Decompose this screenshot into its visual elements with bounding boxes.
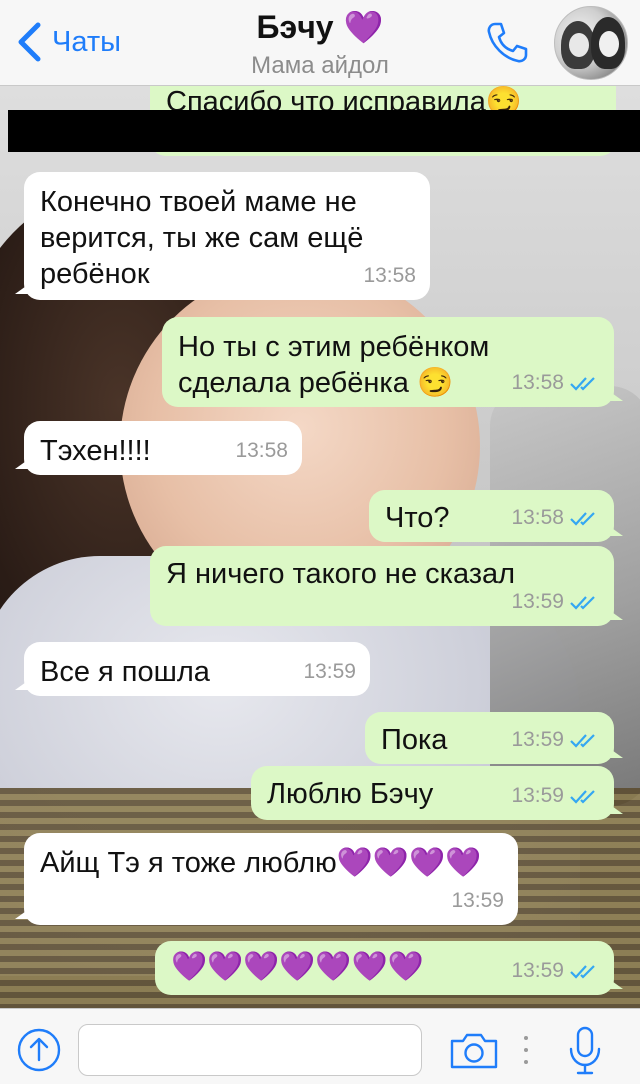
message-time: 13:59 <box>511 953 600 989</box>
bubble-tail <box>609 526 623 536</box>
read-ticks-icon <box>570 596 595 610</box>
message-time: 13:59 <box>303 654 356 690</box>
message-input-bar <box>0 1008 640 1084</box>
bubble-tail <box>609 610 623 620</box>
avatar-person-1-face <box>569 33 589 57</box>
message-time: 13:59 <box>511 722 600 758</box>
bubble-tail <box>15 909 29 919</box>
message-time-text: 13:58 <box>363 264 416 287</box>
microphone-icon[interactable] <box>566 1025 604 1077</box>
camera-icon[interactable] <box>448 1029 500 1071</box>
message-time: 13:59 <box>511 584 600 620</box>
message-text: Конечно твоей маме не верится, ты же сам… <box>40 186 364 290</box>
read-ticks-icon <box>570 965 595 979</box>
message-time-text: 13:59 <box>511 590 564 613</box>
message-bubble-outgoing[interactable]: Люблю Бэчу 13:59 <box>251 766 623 820</box>
more-dots-icon <box>524 1036 528 1064</box>
message-bubble-incoming[interactable]: Тэхен!!!! 13:58 <box>15 421 302 475</box>
chevron-left-icon <box>18 22 41 62</box>
message-bubble-incoming[interactable]: Все я пошла 13:59 <box>15 642 370 696</box>
phone-icon[interactable] <box>484 20 530 66</box>
back-button[interactable]: Чаты <box>16 22 121 62</box>
message-time-text: 13:58 <box>511 506 564 529</box>
read-ticks-icon <box>570 512 595 526</box>
message-input[interactable] <box>78 1024 422 1076</box>
message-bubble-outgoing[interactable]: Но ты с этим ребёнком сделала ребёнка 😏 … <box>162 317 623 407</box>
message-bubble-outgoing[interactable]: Пока 13:59 <box>365 712 623 764</box>
message-time: 13:58 <box>511 500 600 536</box>
message-time-text: 13:58 <box>511 371 564 394</box>
message-bubble-outgoing[interactable]: 💜💜💜💜💜💜💜 13:59 <box>155 941 623 995</box>
read-ticks-icon <box>570 377 595 391</box>
message-time-text: 13:59 <box>303 660 356 683</box>
bubble-tail <box>15 459 29 469</box>
message-time-text: 13:59 <box>511 728 564 751</box>
chat-header: Чаты Бэчу 💜 Мама айдол <box>0 0 640 86</box>
redaction-bar <box>8 110 640 152</box>
bubble-tail <box>15 680 29 690</box>
bubble-tail <box>609 804 623 814</box>
message-bubble-incoming[interactable]: Конечно твоей маме не верится, ты же сам… <box>15 172 430 300</box>
message-bubble-incoming[interactable]: Айщ Тэ я тоже люблю💜💜💜💜 13:59 <box>15 833 518 925</box>
contact-avatar[interactable] <box>554 6 628 80</box>
message-time: 13:58 <box>235 433 288 469</box>
message-time-text: 13:59 <box>511 784 564 807</box>
contact-status: Мама айдол <box>251 52 389 79</box>
bubble-tail <box>609 391 623 401</box>
contact-name-text: Бэчу <box>256 8 334 45</box>
bubble-tail <box>609 748 623 758</box>
message-time: 13:58 <box>363 258 416 294</box>
message-time-text: 13:59 <box>451 889 504 912</box>
message-text: Айщ Тэ я тоже люблю💜💜💜💜 <box>40 847 482 879</box>
message-text: Но ты с этим ребёнком сделала ребёнка 😏 <box>178 331 490 399</box>
contact-info[interactable]: Бэчу 💜 Мама айдол <box>190 8 450 80</box>
message-bubble-outgoing[interactable]: Что? 13:58 <box>369 490 623 542</box>
message-time: 13:58 <box>511 365 600 401</box>
message-time: 13:59 <box>451 883 504 919</box>
purple-heart-icon: 💜 <box>343 9 384 45</box>
contact-name: Бэчу 💜 <box>257 8 384 46</box>
message-bubble-outgoing[interactable]: Я ничего такого не сказал 13:59 <box>150 546 623 626</box>
message-time-text: 13:58 <box>235 439 288 462</box>
message-time: 13:59 <box>511 778 600 814</box>
message-time-text: 13:59 <box>511 959 564 982</box>
back-label: Чаты <box>52 25 121 58</box>
bubble-tail <box>15 284 29 294</box>
avatar-person-2-face <box>599 31 619 57</box>
bubble-tail <box>609 979 623 989</box>
upload-icon[interactable] <box>16 1027 62 1073</box>
read-ticks-icon <box>570 790 595 804</box>
read-ticks-icon <box>570 734 595 748</box>
